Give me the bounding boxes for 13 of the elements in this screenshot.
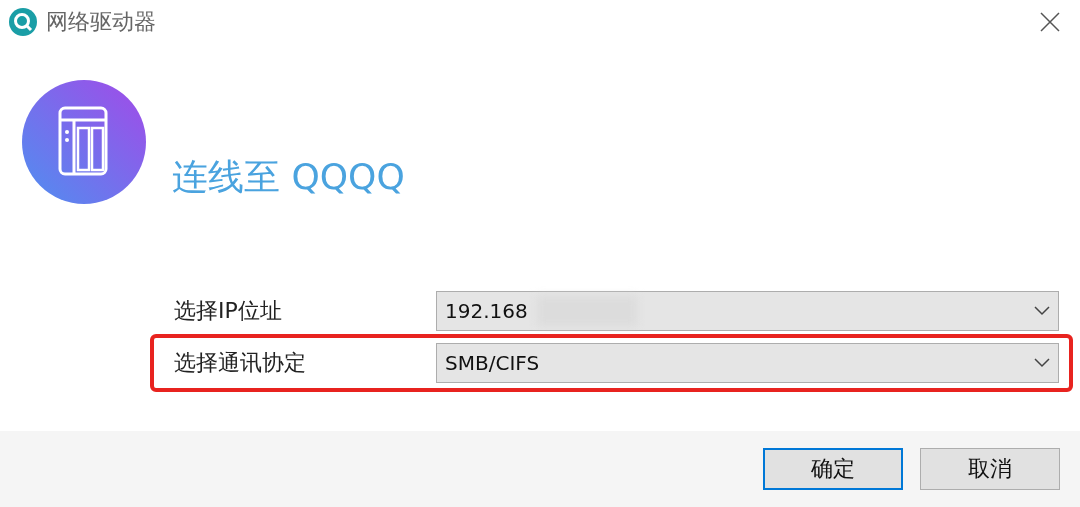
app-logo-icon (8, 7, 38, 37)
nas-device-icon (22, 80, 146, 204)
ok-button[interactable]: 确定 (763, 448, 903, 490)
cancel-button[interactable]: 取消 (920, 448, 1060, 490)
field-label: 选择IP位址 (174, 297, 283, 325)
chevron-down-icon (1034, 358, 1050, 368)
field-label: 选择通讯协定 (174, 349, 307, 377)
connect-heading: 连线至 QQQQ (172, 155, 405, 199)
close-icon (1039, 11, 1061, 33)
window-title: 网络驱动器 (46, 8, 157, 36)
dropdown[interactable]: 192.168 (436, 291, 1059, 331)
dropdown[interactable]: SMB/CIFS (436, 343, 1059, 383)
chevron-down-icon (1034, 306, 1050, 316)
